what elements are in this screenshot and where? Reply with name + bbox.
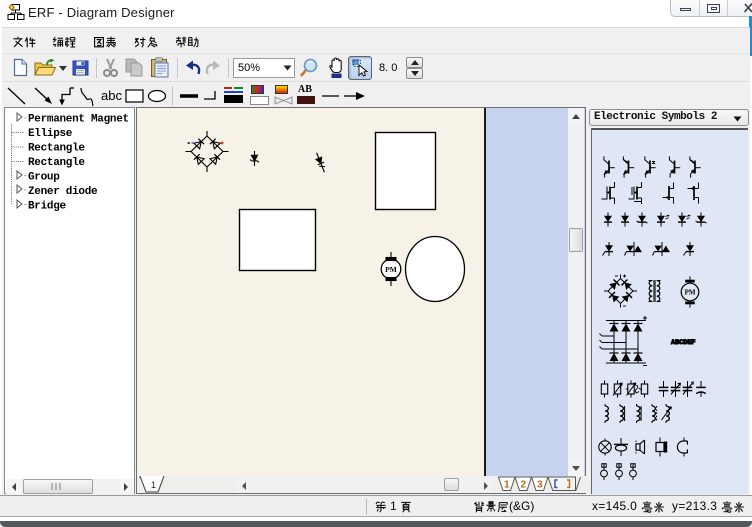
svg-text:Zener diode: Zener diode: [28, 186, 98, 198]
svg-text:3: 3: [537, 480, 543, 491]
svg-text:PM: PM: [385, 265, 397, 274]
svg-text:2: 2: [521, 480, 527, 491]
svg-text:PM: PM: [685, 289, 696, 297]
svg-text:Bridge: Bridge: [28, 201, 67, 213]
svg-text:Ellipse: Ellipse: [28, 128, 73, 140]
svg-text:1: 1: [151, 480, 156, 490]
svg-text:Rectangle: Rectangle: [28, 143, 85, 155]
svg-text:1: 1: [504, 480, 510, 491]
svg-text:Rectangle: Rectangle: [28, 157, 85, 169]
svg-text:Permanent Magnet: Permanent Magnet: [28, 114, 129, 126]
svg-text:Group: Group: [28, 172, 60, 184]
svg-text:ABCDEF: ABCDEF: [671, 339, 695, 347]
